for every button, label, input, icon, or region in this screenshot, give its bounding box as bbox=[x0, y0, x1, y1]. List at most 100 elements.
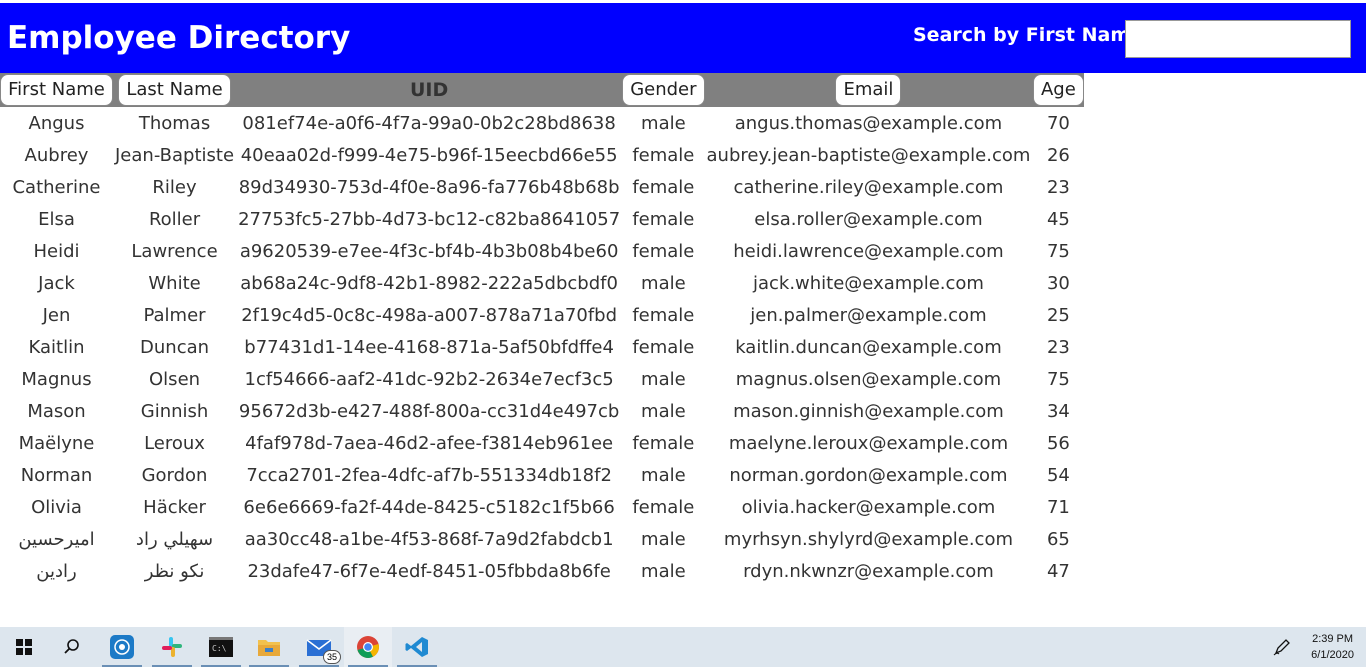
age-cell: 23 bbox=[1046, 336, 1070, 358]
first-name-cell: Angus bbox=[28, 112, 85, 134]
last-name-cell: Häcker bbox=[143, 496, 206, 518]
uid-cell: 4faf978d-7aea-46d2-afee-f3814eb961ee bbox=[245, 432, 614, 454]
column-header-gender: Gender bbox=[622, 73, 705, 107]
app-header: Employee Directory Search by First Name: bbox=[0, 3, 1366, 73]
terminal-icon: C:\ bbox=[209, 637, 233, 657]
table-row: Mason Ginnish 95672d3b-e427-488f-800a-cc31… bbox=[0, 395, 1084, 427]
first-name-cell: اميرحسين bbox=[18, 528, 95, 550]
taskbar-terminal-button[interactable]: C:\ bbox=[197, 627, 245, 667]
taskbar-app-button[interactable] bbox=[98, 627, 146, 667]
taskbar-file-explorer-button[interactable] bbox=[245, 627, 293, 667]
clock-time: 2:39 PM bbox=[1312, 633, 1354, 645]
taskbar-chrome-button[interactable] bbox=[344, 627, 392, 667]
gender-cell: male bbox=[641, 272, 686, 294]
page-title: Employee Directory bbox=[7, 20, 351, 56]
taskbar-slack-button[interactable] bbox=[148, 627, 196, 667]
age-cell: 23 bbox=[1046, 176, 1070, 198]
table-row: Olivia Häcker 6e6e6669-fa2f-44de-8425-c518… bbox=[0, 491, 1084, 523]
age-cell: 47 bbox=[1046, 560, 1070, 582]
last-name-cell: Leroux bbox=[144, 432, 205, 454]
gender-cell: male bbox=[641, 560, 686, 582]
chrome-icon bbox=[357, 636, 379, 658]
email-cell: aubrey.jean-baptiste@example.com bbox=[706, 144, 1031, 166]
gender-cell: female bbox=[632, 208, 695, 230]
email-cell: maelyne.leroux@example.com bbox=[728, 432, 1009, 454]
column-header-first-name: First Name bbox=[0, 73, 113, 107]
uid-cell: 2f19c4d5-0c8c-498a-a007-878a71a70fbd bbox=[241, 304, 618, 326]
last-name-cell: Lawrence bbox=[131, 240, 218, 262]
age-cell: 56 bbox=[1046, 432, 1070, 454]
email-cell: catherine.riley@example.com bbox=[733, 176, 1004, 198]
column-header-uid: UID bbox=[409, 79, 449, 101]
email-cell: rdyn.nkwnzr@example.com bbox=[743, 560, 994, 582]
table-row: Heidi Lawrence a9620539-e7ee-4f3c-bf4b-4b3… bbox=[0, 235, 1084, 267]
first-name-cell: Kaitlin bbox=[28, 336, 85, 358]
email-cell: angus.thomas@example.com bbox=[734, 112, 1003, 134]
age-cell: 54 bbox=[1046, 464, 1070, 486]
last-name-cell: Olsen bbox=[149, 368, 201, 390]
age-cell: 45 bbox=[1046, 208, 1070, 230]
sort-last-name-button[interactable]: Last Name bbox=[118, 74, 231, 106]
last-name-cell: White bbox=[148, 272, 201, 294]
last-name-cell: Duncan bbox=[140, 336, 210, 358]
last-name-cell: Roller bbox=[148, 208, 201, 230]
last-name-cell: Riley bbox=[152, 176, 197, 198]
taskbar-search-button[interactable] bbox=[48, 627, 96, 667]
slack-icon bbox=[162, 637, 182, 657]
gender-cell: male bbox=[641, 464, 686, 486]
first-name-cell: Olivia bbox=[31, 496, 82, 518]
sort-email-button[interactable]: Email bbox=[835, 74, 902, 106]
sort-first-name-button[interactable]: First Name bbox=[0, 74, 113, 106]
first-name-cell: Jack bbox=[38, 272, 75, 294]
email-cell: elsa.roller@example.com bbox=[754, 208, 983, 230]
first-name-cell: Catherine bbox=[12, 176, 101, 198]
table-row: Kaitlin Duncan b77431d1-14ee-4168-871a-5af… bbox=[0, 331, 1084, 363]
email-cell: jen.palmer@example.com bbox=[750, 304, 987, 326]
table-row: Norman Gordon 7cca2701-2fea-4dfc-af7b-5513… bbox=[0, 459, 1084, 491]
sort-gender-button[interactable]: Gender bbox=[622, 74, 705, 106]
first-name-cell: Maëlyne bbox=[18, 432, 95, 454]
gender-cell: female bbox=[632, 336, 695, 358]
taskbar-mail-button[interactable]: 35 bbox=[295, 627, 343, 667]
table-row: Angus Thomas 081ef74e-a0f6-4f7a-99a0-0b2c2… bbox=[0, 107, 1084, 139]
system-clock[interactable]: 2:39 PM 6/1/2020 bbox=[1311, 631, 1354, 663]
gender-cell: female bbox=[632, 432, 695, 454]
uid-cell: ab68a24c-9df8-42b1-8982-222a5dbcbdf0 bbox=[240, 272, 618, 294]
windows-start-button[interactable] bbox=[0, 627, 48, 667]
last-name-cell: سهيلي راد bbox=[135, 528, 214, 550]
table-row: Aubrey Jean-Baptiste 40eaa02d-f999-4e75-b9… bbox=[0, 139, 1084, 171]
taskbar-pen-button[interactable] bbox=[1262, 627, 1302, 667]
column-header-last-name: Last Name bbox=[113, 73, 236, 107]
email-cell: olivia.hacker@example.com bbox=[741, 496, 996, 518]
search-input[interactable] bbox=[1125, 20, 1351, 58]
table-row: Magnus Olsen 1cf54666-aaf2-41dc-92b2-2634e… bbox=[0, 363, 1084, 395]
uid-cell: 081ef74e-a0f6-4f7a-99a0-0b2c28bd8638 bbox=[242, 112, 616, 134]
taskbar-vscode-button[interactable] bbox=[393, 627, 441, 667]
file-explorer-icon bbox=[258, 640, 280, 656]
last-name-cell: Ginnish bbox=[140, 400, 209, 422]
pen-icon bbox=[1273, 639, 1290, 656]
mail-unread-badge: 35 bbox=[322, 650, 341, 664]
table-header-row: First Name Last Name UID Gender Email Ag… bbox=[0, 73, 1085, 107]
gender-cell: female bbox=[632, 176, 695, 198]
gender-cell: female bbox=[632, 304, 695, 326]
table-row: اميرحسين سهيلي راد aa30cc48-a1be-4f53-868f… bbox=[0, 523, 1084, 555]
age-cell: 34 bbox=[1046, 400, 1070, 422]
column-header-email: Email bbox=[705, 73, 1033, 107]
uid-cell: 6e6e6669-fa2f-44de-8425-c5182c1f5b66 bbox=[243, 496, 615, 518]
sort-age-button[interactable]: Age bbox=[1032, 74, 1084, 106]
windows-start-icon bbox=[16, 639, 32, 655]
gender-cell: male bbox=[641, 528, 686, 550]
column-header-age: Age bbox=[1032, 73, 1084, 107]
uid-cell: 89d34930-753d-4f0e-8a96-fa776b48b68b bbox=[238, 176, 620, 198]
first-name-cell: Mason bbox=[27, 400, 86, 422]
table-row: Jen Palmer 2f19c4d5-0c8c-498a-a007-878a71a… bbox=[0, 299, 1084, 331]
email-cell: magnus.olsen@example.com bbox=[735, 368, 1002, 390]
employee-table: First Name Last Name UID Gender Email Ag… bbox=[0, 73, 1085, 587]
search-icon bbox=[64, 639, 79, 654]
uid-cell: 23dafe47-6f7e-4edf-8451-05fbbda8b6fe bbox=[247, 560, 611, 582]
uid-cell: b77431d1-14ee-4168-871a-5af50bfdffe4 bbox=[244, 336, 614, 358]
first-name-cell: Norman bbox=[20, 464, 93, 486]
age-cell: 30 bbox=[1046, 272, 1070, 294]
uid-cell: aa30cc48-a1be-4f53-868f-7a9d2fabdcb1 bbox=[244, 528, 614, 550]
